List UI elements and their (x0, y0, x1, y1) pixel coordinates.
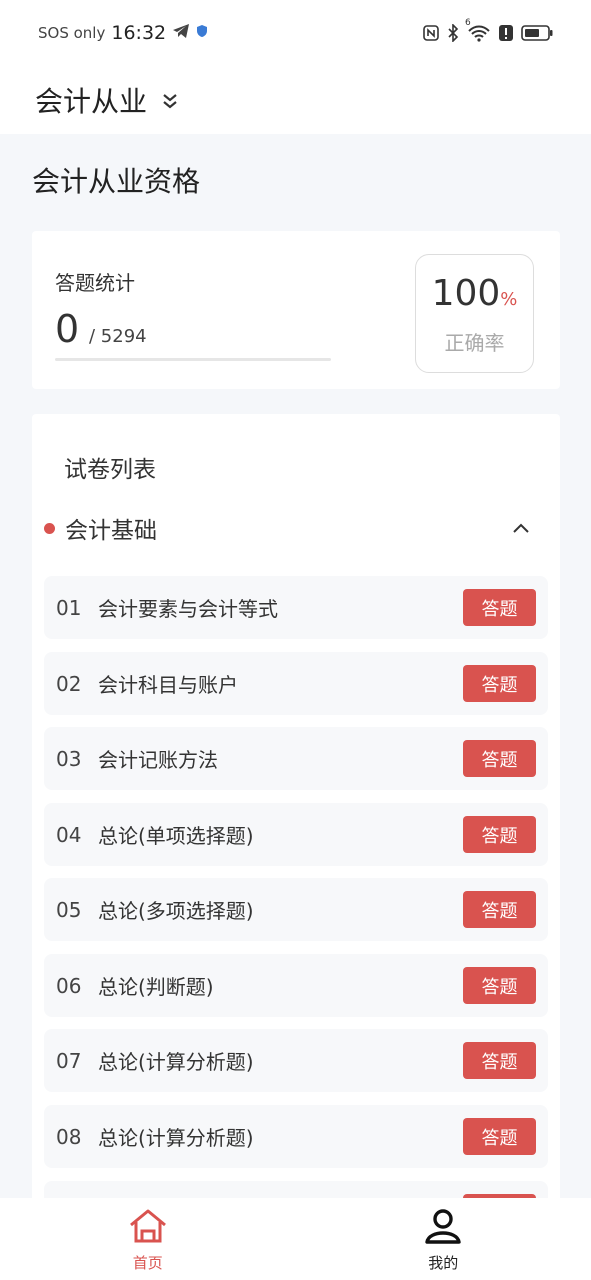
page-title: 会计从业资格 (32, 165, 201, 198)
nav-home[interactable]: 首页 (0, 1198, 296, 1280)
list-item[interactable]: 05 总论(多项选择题) 答题 (44, 878, 548, 941)
item-number: 02 (56, 671, 82, 696)
item-number: 01 (56, 595, 82, 620)
answer-button[interactable]: 答题 (463, 665, 536, 702)
double-chevron-down-icon[interactable] (161, 92, 179, 114)
item-name: 总论(计算分析题) (98, 1050, 254, 1074)
category-title[interactable]: 会计从业 (35, 80, 147, 120)
item-name: 会计科目与账户 (98, 673, 238, 697)
paper-list-card: 试卷列表 会计基础 01 会计要素与会计等式 答题 02 会计科目与账户 答题 … (32, 414, 560, 1214)
nav-profile[interactable]: 我的 (296, 1198, 591, 1280)
group-header[interactable]: 会计基础 (44, 513, 544, 544)
list-item[interactable]: 04 总论(单项选择题) 答题 (44, 803, 548, 866)
answer-button[interactable]: 答题 (463, 589, 536, 626)
list-item[interactable]: 06 总论(判断题) 答题 (44, 954, 548, 1017)
group-dot (44, 522, 55, 534)
alert-icon (499, 24, 513, 42)
shield-icon (196, 23, 208, 43)
clock: 16:32 (111, 22, 167, 44)
item-name: 总论(计算分析题) (98, 1126, 254, 1150)
wifi-badge: 6 (465, 18, 471, 28)
answer-button[interactable]: 答题 (463, 967, 536, 1004)
list-item[interactable]: 03 会计记账方法 答题 (44, 727, 548, 790)
nav-profile-label: 我的 (428, 1254, 459, 1272)
answered-count: 0 (55, 307, 80, 351)
carrier-text: SOS only (38, 24, 106, 42)
wifi-icon: 6 (465, 18, 491, 42)
item-name: 总论(判断题) (98, 975, 214, 999)
stats-card: 答题统计 0 / 5294 100% 正确率 (32, 231, 560, 389)
item-number: 07 (56, 1048, 82, 1073)
list-item[interactable]: 07 总论(计算分析题) 答题 (44, 1029, 548, 1092)
percent-sign: % (500, 289, 518, 310)
battery-icon (521, 24, 553, 42)
item-name: 会计记账方法 (98, 748, 218, 772)
paper-list-title: 试卷列表 (64, 457, 156, 483)
telegram-icon (172, 23, 190, 44)
answer-button[interactable]: 答题 (463, 816, 536, 853)
total-count: / 5294 (89, 326, 147, 347)
nfc-icon (423, 25, 439, 41)
item-name: 总论(单项选择题) (98, 824, 254, 848)
bottom-nav: 首页 我的 (0, 1198, 591, 1280)
accuracy-label: 正确率 (444, 331, 505, 355)
item-number: 06 (56, 973, 82, 998)
item-number: 05 (56, 897, 82, 922)
item-number: 08 (56, 1124, 82, 1149)
item-number: 03 (56, 746, 82, 771)
bluetooth-icon (447, 24, 459, 42)
answer-button[interactable]: 答题 (463, 1118, 536, 1155)
answer-button[interactable]: 答题 (463, 1042, 536, 1079)
list-item[interactable]: 02 会计科目与账户 答题 (44, 652, 548, 715)
item-name: 总论(多项选择题) (98, 899, 254, 923)
nav-home-label: 首页 (132, 1254, 163, 1272)
app-header: 会计从业 (0, 66, 591, 134)
answer-button[interactable]: 答题 (463, 891, 536, 928)
item-name: 会计要素与会计等式 (98, 597, 278, 621)
chevron-up-icon[interactable] (512, 519, 530, 538)
answer-button[interactable]: 答题 (463, 740, 536, 777)
list-item[interactable]: 08 总论(计算分析题) 答题 (44, 1105, 548, 1168)
progress-bar (55, 358, 331, 361)
item-number: 04 (56, 822, 82, 847)
status-bar: SOS only 16:32 6 (0, 0, 591, 66)
user-icon (423, 1208, 463, 1248)
accuracy-value: 100% (431, 273, 518, 314)
list-item[interactable]: 01 会计要素与会计等式 答题 (44, 576, 548, 639)
accuracy-box: 100% 正确率 (415, 254, 534, 373)
group-name: 会计基础 (65, 518, 157, 544)
home-icon (128, 1208, 168, 1248)
stats-label: 答题统计 (55, 271, 135, 295)
